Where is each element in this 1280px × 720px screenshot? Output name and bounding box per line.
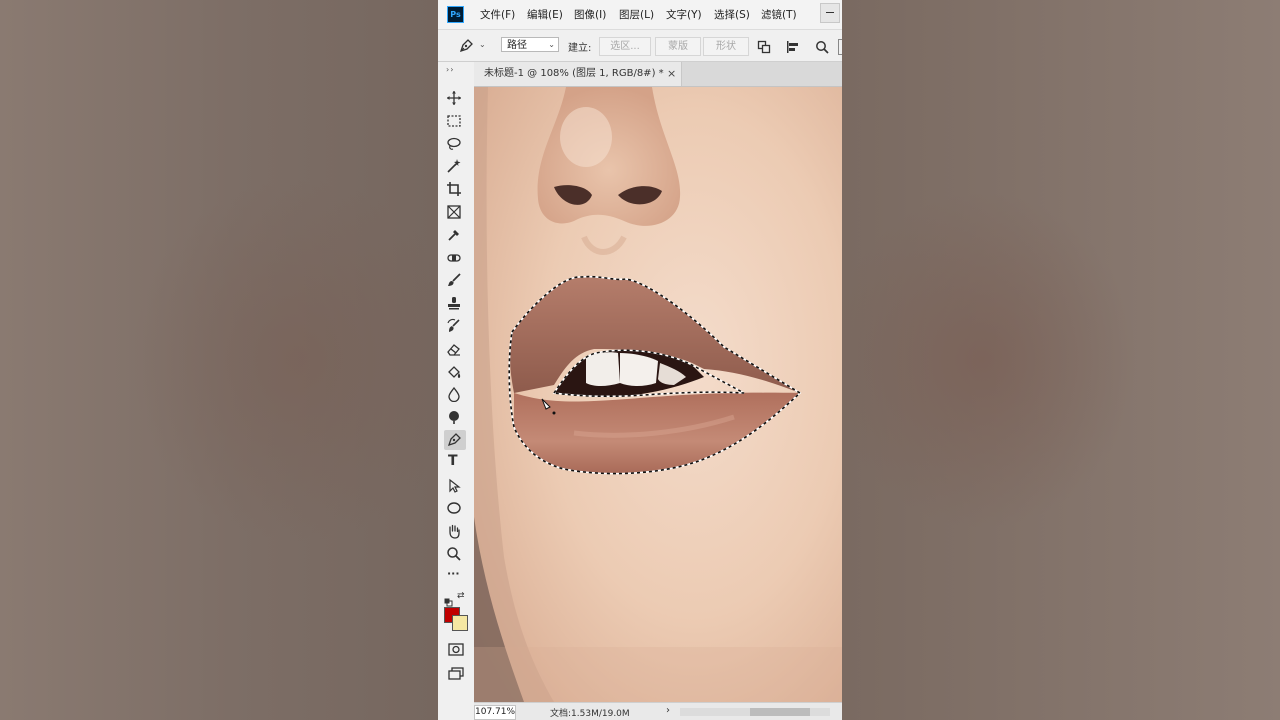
move-tool-icon[interactable] — [444, 88, 466, 108]
pen-tool-icon[interactable] — [444, 430, 466, 450]
pen-tool-icon[interactable] — [458, 38, 473, 53]
make-shape-button[interactable]: 形状 — [703, 37, 749, 56]
screen-mode-icon[interactable] — [448, 665, 464, 684]
swap-colors-icon[interactable]: ⇄ — [457, 591, 465, 601]
menu-type[interactable]: 文字(Y) — [666, 7, 702, 22]
pen-mode-value: 路径 — [507, 40, 527, 51]
tool-preset-chevron-icon[interactable]: ⌄ — [479, 40, 486, 49]
build-label: 建立: — [568, 43, 592, 54]
document-tab[interactable]: 未标题-1 @ 108% (图层 1, RGB/8#) * — [474, 62, 682, 86]
more-tools-icon[interactable]: ··· — [444, 567, 466, 587]
photoshop-logo: Ps — [447, 6, 464, 23]
document-tab-title: 未标题-1 @ 108% (图层 1, RGB/8#) * — [484, 68, 664, 79]
quick-mask-icon[interactable] — [448, 641, 464, 660]
scrollbar-thumb[interactable] — [750, 708, 810, 716]
eraser-tool-icon[interactable] — [444, 339, 466, 359]
document-canvas[interactable] — [474, 87, 842, 702]
menu-bar: Ps 文件(F) 编辑(E) 图像(I) 图层(L) 文字(Y) 选择(S) 滤… — [438, 0, 842, 30]
more-tools-glyph: ··· — [447, 566, 460, 580]
zoom-field[interactable]: 107.71% — [474, 705, 516, 720]
frame-tool-icon[interactable] — [444, 202, 466, 222]
toolbox-collapse-icon[interactable]: ›› — [446, 65, 454, 74]
photoshop-window: Ps 文件(F) 编辑(E) 图像(I) 图层(L) 文字(Y) 选择(S) 滤… — [438, 0, 842, 720]
make-mask-button[interactable]: 蒙版 — [655, 37, 701, 56]
menu-edit[interactable]: 编辑(E) — [527, 7, 563, 22]
type-tool-icon[interactable]: T — [444, 453, 466, 473]
dodge-tool-icon[interactable] — [444, 407, 466, 427]
marquee-tool-icon[interactable] — [444, 111, 466, 131]
close-tab-icon[interactable]: × — [667, 62, 676, 86]
type-tool-glyph: T — [448, 452, 458, 469]
search-icon[interactable] — [815, 39, 829, 54]
clone-stamp-tool-icon[interactable] — [444, 293, 466, 313]
document-tab-bar: 未标题-1 @ 108% (图层 1, RGB/8#) * × — [474, 62, 842, 87]
background-color-swatch[interactable] — [452, 615, 468, 631]
menu-select[interactable]: 选择(S) — [714, 7, 750, 22]
blurred-background-right — [842, 0, 1280, 720]
history-brush-tool-icon[interactable] — [444, 316, 466, 336]
status-menu-arrow-icon[interactable]: › — [666, 705, 670, 716]
zoom-tool-icon[interactable] — [444, 544, 466, 564]
blurred-background-left — [0, 0, 438, 720]
minimize-button[interactable] — [820, 3, 840, 23]
menu-filter[interactable]: 滤镜(T) — [761, 7, 797, 22]
options-bar: ⌄ 路径 ⌄ 建立: 选区... 蒙版 形状 — [438, 30, 842, 62]
healing-brush-tool-icon[interactable] — [444, 248, 466, 268]
brush-tool-icon[interactable] — [444, 270, 466, 290]
path-operations-icon[interactable] — [757, 39, 771, 54]
path-alignment-icon[interactable] — [786, 39, 800, 53]
lips-photo — [474, 87, 842, 702]
lasso-tool-icon[interactable] — [444, 134, 466, 154]
path-selection-tool-icon[interactable] — [444, 476, 466, 496]
paint-bucket-tool-icon[interactable] — [444, 362, 466, 382]
blur-tool-icon[interactable] — [444, 384, 466, 404]
hand-tool-icon[interactable] — [444, 521, 466, 541]
menu-image[interactable]: 图像(I) — [574, 7, 606, 22]
crop-tool-icon[interactable] — [444, 179, 466, 199]
panel-arrange-icon[interactable] — [838, 39, 842, 55]
menu-layer[interactable]: 图层(L) — [619, 7, 654, 22]
horizontal-scrollbar[interactable] — [680, 708, 830, 716]
make-selection-button[interactable]: 选区... — [599, 37, 651, 56]
magic-wand-tool-icon[interactable] — [444, 156, 466, 176]
status-bar: 107.71% 文档:1.53M/19.0M › — [474, 702, 842, 720]
ellipse-tool-icon[interactable] — [444, 498, 466, 518]
document-size-info: 文档:1.53M/19.0M — [550, 709, 630, 719]
eyedropper-tool-icon[interactable] — [444, 225, 466, 245]
chevron-down-icon: ⌄ — [548, 40, 555, 49]
menu-file[interactable]: 文件(F) — [480, 7, 515, 22]
pen-mode-select[interactable]: 路径 ⌄ — [501, 37, 559, 52]
toolbox: ›› T ··· ⇄ — [438, 62, 475, 720]
